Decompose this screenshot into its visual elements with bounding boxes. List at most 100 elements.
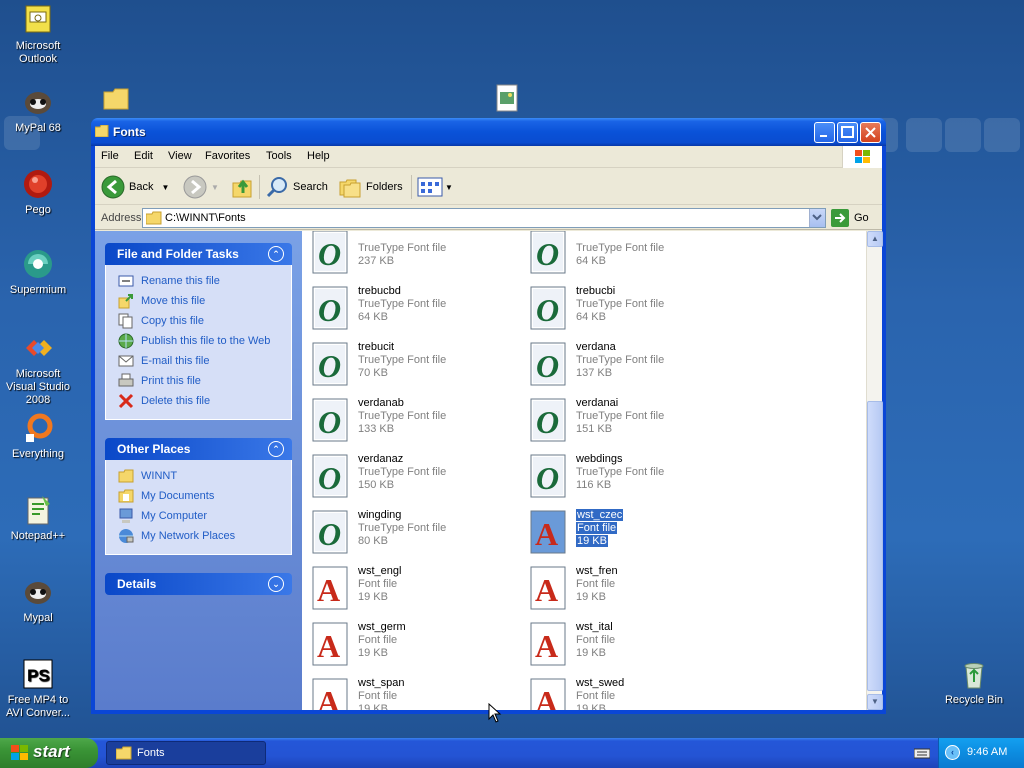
task-copy[interactable]: Copy this file — [106, 311, 291, 331]
place-my-computer[interactable]: My Computer — [106, 506, 291, 526]
address-dropdown-button[interactable] — [809, 209, 825, 227]
desktop-icon-everything[interactable]: Everything — [0, 412, 76, 461]
desktop-icon-notepadpp[interactable]: Notepad++ — [0, 494, 76, 543]
task-print[interactable]: Print this file — [106, 371, 291, 391]
section-title: File and Folder Tasks — [117, 247, 239, 261]
chevron-down-icon: ▼ — [211, 182, 219, 192]
copy-icon — [118, 313, 134, 329]
tray-expand-icon[interactable]: ‹ — [945, 745, 960, 760]
scroll-down-button[interactable]: ▼ — [867, 694, 883, 710]
task-delete[interactable]: Delete this file — [106, 391, 291, 411]
keyboard-icon[interactable] — [913, 747, 931, 762]
truetype-font-file-item[interactable]: Otrebucbd TrueType Font file 64 KB — [308, 282, 518, 334]
truetype-font-file-item[interactable]: Overdana TrueType Font file 137 KB — [526, 338, 736, 390]
start-button[interactable]: start — [0, 738, 98, 768]
other-places-header[interactable]: Other Places ⌃ — [105, 438, 292, 460]
desktop-icon-supermium[interactable]: Supermium — [0, 248, 76, 297]
place-winnt[interactable]: WINNT — [106, 466, 291, 486]
font-file-item[interactable]: Awst_swed Font file 19 KB — [526, 674, 736, 710]
desktop-image-file-icon[interactable] — [494, 84, 520, 114]
menu-edit[interactable]: Edit — [134, 150, 153, 162]
file-type: Font file — [358, 690, 398, 702]
truetype-font-file-item[interactable]: Overdanab TrueType Font file 133 KB — [308, 394, 518, 446]
desktop-icon-outlook[interactable]: Microsoft Outlook — [0, 4, 76, 66]
desktop-icon-mypal68[interactable]: MyPal 68 — [0, 86, 76, 135]
address-input[interactable]: C:\WINNT\Fonts — [142, 208, 826, 228]
task-publish-web[interactable]: Publish this file to the Web — [106, 331, 291, 351]
desktop-icon-label: Pego — [25, 204, 51, 216]
svg-text:A: A — [535, 572, 558, 608]
desktop-icon-mypal[interactable]: Mypal — [0, 576, 76, 625]
truetype-font-file-item[interactable]: Overdanaz TrueType Font file 150 KB — [308, 450, 518, 502]
truetype-font-file-item[interactable]: O TrueType Font file 64 KB — [526, 231, 736, 278]
place-my-documents[interactable]: My Documents — [106, 486, 291, 506]
collapse-chevron-icon[interactable]: ⌃ — [268, 246, 284, 262]
details-header[interactable]: Details ⌄ — [105, 573, 292, 595]
address-bar: Address C:\WINNT\Fonts Go — [95, 206, 882, 230]
desktop-folder-icon[interactable] — [102, 86, 132, 112]
task-move[interactable]: Move this file — [106, 291, 291, 311]
views-button[interactable]: ▼ — [417, 175, 453, 199]
vertical-scrollbar[interactable]: ▲ ▼ — [866, 231, 883, 710]
desktop-icon-pego[interactable]: Pego — [0, 168, 76, 217]
file-size: 80 KB — [358, 535, 388, 547]
truetype-font-file-item[interactable]: O TrueType Font file 237 KB — [308, 231, 518, 278]
font-file-item[interactable]: Awst_span Font file 19 KB — [308, 674, 518, 710]
menu-tools[interactable]: Tools — [266, 150, 292, 162]
scroll-up-button[interactable]: ▲ — [867, 231, 883, 247]
raccoon-icon — [22, 576, 54, 608]
file-name: trebucit — [358, 341, 395, 353]
taskbar-button-fonts[interactable]: Fonts — [106, 741, 266, 765]
font-file-item[interactable]: Awst_germ Font file 19 KB — [308, 618, 518, 670]
forward-button[interactable]: ▼ — [183, 175, 219, 199]
scroll-thumb[interactable] — [867, 401, 883, 691]
desktop-icon-label: Notepad++ — [10, 530, 66, 542]
svg-text:A: A — [317, 628, 340, 664]
task-email[interactable]: E-mail this file — [106, 351, 291, 371]
desktop-icon-label: Mypal — [23, 612, 53, 624]
font-file-item[interactable]: Awst_czec Font file 19 KB — [526, 506, 736, 558]
maximize-button[interactable] — [837, 122, 858, 143]
truetype-font-file-item[interactable]: Otrebucbi TrueType Font file 64 KB — [526, 282, 736, 334]
menu-file[interactable]: File — [101, 150, 119, 162]
file-folder-tasks-header[interactable]: File and Folder Tasks ⌃ — [105, 243, 292, 265]
font-file-icon: A — [312, 565, 350, 611]
place-label: WINNT — [141, 470, 178, 482]
font-file-item[interactable]: Awst_ital Font file 19 KB — [526, 618, 736, 670]
menu-view[interactable]: View — [168, 150, 192, 162]
printer-icon — [118, 373, 134, 389]
chevron-down-icon[interactable]: ▼ — [161, 183, 169, 192]
desktop-icon-freemp4[interactable]: PS Free MP4 to AVI Conver... — [0, 658, 76, 720]
minimize-button[interactable] — [814, 122, 835, 143]
back-button[interactable]: Back ▼ — [101, 175, 169, 199]
place-network[interactable]: My Network Places — [106, 526, 291, 546]
file-name: wst_engl — [358, 565, 402, 577]
up-folder-button[interactable] — [231, 175, 255, 199]
truetype-font-file-item[interactable]: Overdanai TrueType Font file 151 KB — [526, 394, 736, 446]
window-titlebar[interactable]: Fonts — [91, 118, 886, 146]
menu-help[interactable]: Help — [307, 150, 330, 162]
desktop-icon-recycle-bin[interactable]: Recycle Bin — [936, 658, 1012, 707]
truetype-font-file-item[interactable]: Owebdings TrueType Font file 116 KB — [526, 450, 736, 502]
font-file-item[interactable]: Awst_engl Font file 19 KB — [308, 562, 518, 614]
desktop-icon-label: Supermium — [9, 284, 67, 296]
close-button[interactable] — [860, 122, 881, 143]
font-file-icon: A — [312, 677, 350, 710]
file-type: TrueType Font file — [576, 298, 665, 310]
file-type: TrueType Font file — [358, 242, 447, 254]
folders-button[interactable]: Folders — [338, 175, 403, 199]
collapse-chevron-icon[interactable]: ⌃ — [268, 441, 284, 457]
menu-favorites[interactable]: Favorites — [205, 150, 250, 162]
file-name: webdings — [576, 453, 623, 465]
truetype-font-icon: O — [530, 231, 568, 275]
file-name: wst_czec — [576, 509, 624, 521]
task-rename[interactable]: Rename this file — [106, 271, 291, 291]
truetype-font-file-item[interactable]: Otrebucit TrueType Font file 70 KB — [308, 338, 518, 390]
search-button[interactable]: Search — [265, 175, 328, 199]
go-button[interactable]: Go — [831, 208, 869, 228]
desktop-icon-visual-studio[interactable]: Microsoft Visual Studio 2008 — [0, 332, 76, 407]
font-file-item[interactable]: Awst_fren Font file 19 KB — [526, 562, 736, 614]
folder-icon — [116, 746, 132, 760]
truetype-font-file-item[interactable]: Owingding TrueType Font file 80 KB — [308, 506, 518, 558]
expand-chevron-icon[interactable]: ⌄ — [268, 576, 284, 592]
